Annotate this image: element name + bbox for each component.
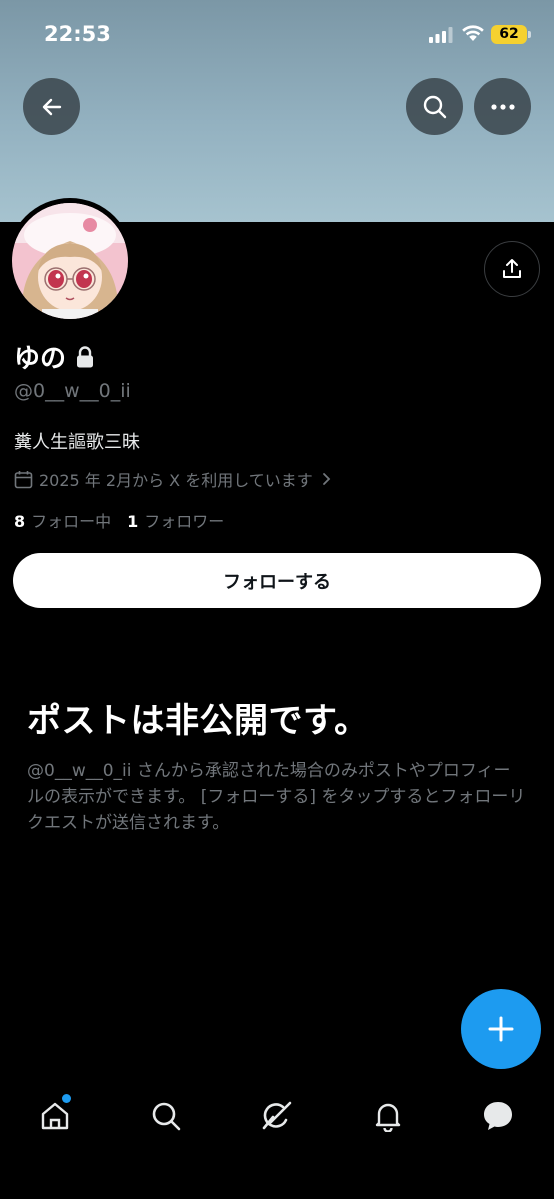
home-unread-dot: [62, 1094, 71, 1103]
home-icon: [41, 1102, 69, 1130]
private-posts-description: @0__w__0_ii さんから承認された場合のみポストやプロフィールの表示がで…: [27, 761, 526, 833]
cellular-signal-icon: [429, 27, 453, 43]
plus-icon: [488, 1016, 514, 1042]
followers-link[interactable]: 1 フォロワー: [127, 508, 224, 532]
wifi-icon: [462, 25, 484, 41]
following-count: 8: [14, 512, 26, 531]
chevron-right-icon: [322, 473, 331, 485]
profile-avatar[interactable]: [7, 198, 133, 324]
nav-notifications[interactable]: [368, 1096, 408, 1136]
arrow-left-icon: [42, 98, 61, 115]
nav-messages[interactable]: [478, 1096, 518, 1136]
battery-indicator: 62: [491, 25, 527, 44]
avatar-image: [12, 203, 128, 319]
search-button[interactable]: [406, 78, 463, 135]
notifications-bell-icon: [375, 1103, 401, 1132]
following-label: フォロー中: [31, 512, 112, 531]
bottom-navigation: [0, 1082, 554, 1152]
followers-label: フォロワー: [144, 512, 225, 531]
back-button[interactable]: [23, 78, 80, 135]
lock-icon: [77, 345, 94, 367]
share-profile-button[interactable]: [484, 241, 540, 297]
followers-count: 1: [127, 512, 139, 531]
status-bar: 22:53 62: [0, 0, 554, 70]
grok-icon: [262, 1101, 292, 1130]
messages-icon: [484, 1102, 512, 1130]
more-options-button[interactable]: [474, 78, 531, 135]
nav-search[interactable]: [146, 1096, 186, 1136]
search-icon: [423, 95, 446, 118]
more-horizontal-icon: [490, 103, 515, 110]
share-upload-icon: [503, 259, 521, 278]
search-icon: [152, 1102, 181, 1131]
joined-date-text: 2025 年 2月から X を利用しています: [39, 471, 313, 490]
display-name: ゆの: [14, 338, 94, 375]
joined-date[interactable]: 2025 年 2月から X を利用しています: [14, 467, 333, 491]
private-posts-title: ポストは非公開です。: [27, 701, 369, 741]
status-time: 22:53: [44, 22, 111, 46]
battery-tip: [528, 31, 531, 38]
following-link[interactable]: 8 フォロー中: [14, 508, 111, 532]
compose-post-button[interactable]: [461, 989, 541, 1069]
display-name-text: ゆの: [14, 344, 67, 374]
follow-button[interactable]: フォローする: [13, 553, 541, 608]
profile-handle: @0__w__0_ii: [14, 380, 131, 402]
calendar-icon: [14, 470, 33, 488]
profile-bio: 糞人生謳歌三昧: [14, 432, 140, 453]
follow-stats: 8 フォロー中 1 フォロワー: [14, 508, 224, 532]
nav-grok[interactable]: [257, 1096, 297, 1136]
